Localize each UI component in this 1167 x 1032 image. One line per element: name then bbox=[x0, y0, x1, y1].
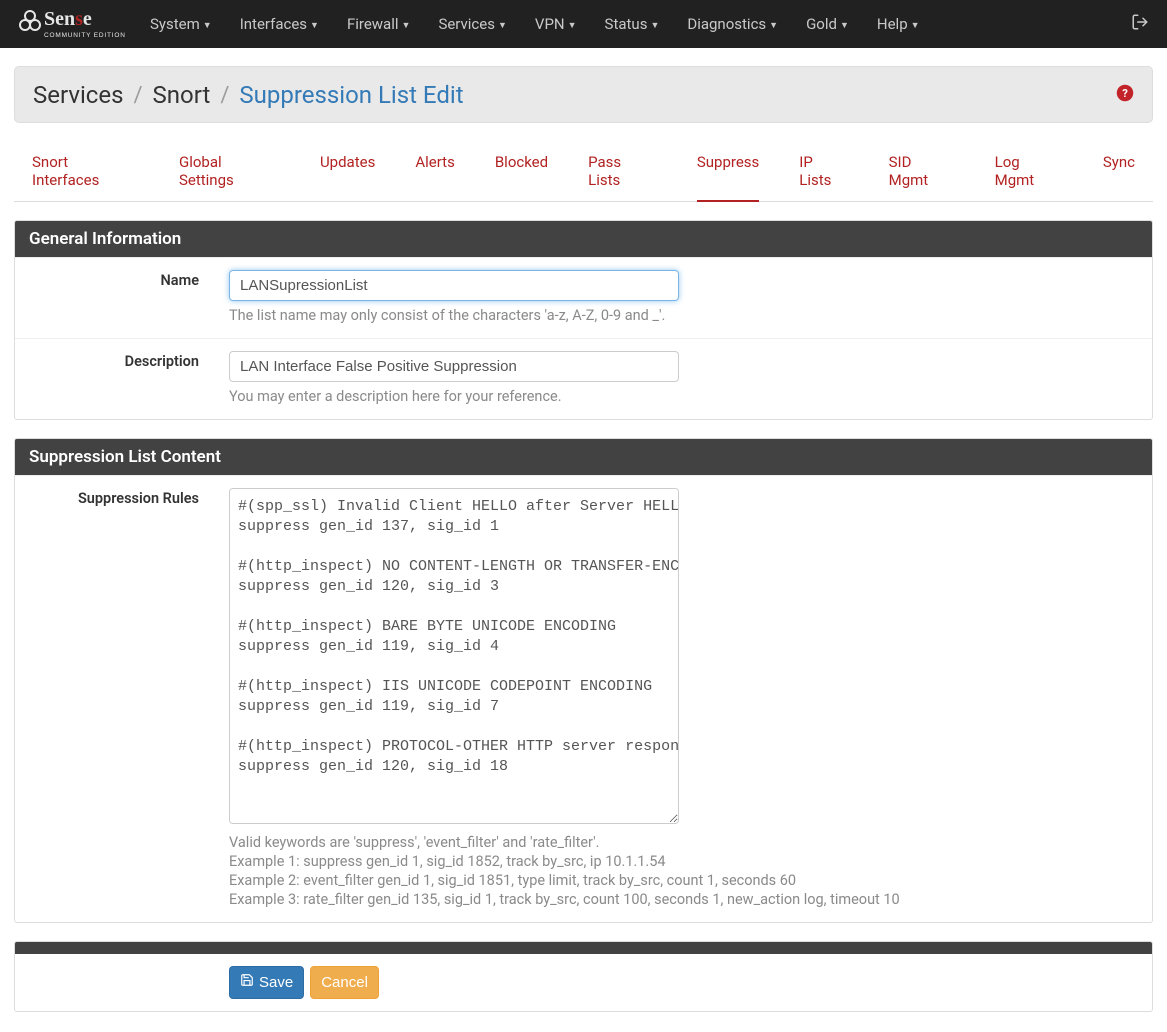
nav-system[interactable]: System▼ bbox=[150, 15, 212, 33]
nav-label: Help bbox=[877, 15, 908, 33]
svg-text:?: ? bbox=[1122, 86, 1128, 99]
panel-heading: Suppression List Content bbox=[15, 439, 1152, 475]
label-description: Description bbox=[15, 339, 215, 419]
caret-down-icon: ▼ bbox=[769, 20, 778, 31]
tab-global-settings[interactable]: Global Settings bbox=[179, 143, 280, 201]
nav-diagnostics[interactable]: Diagnostics▼ bbox=[687, 15, 778, 33]
save-label: Save bbox=[259, 974, 293, 992]
caret-down-icon: ▼ bbox=[568, 20, 577, 31]
tab-pass-lists[interactable]: Pass Lists bbox=[588, 143, 657, 201]
tab-suppress[interactable]: Suppress bbox=[697, 143, 759, 202]
brand-subtitle: COMMUNITY EDITION bbox=[44, 32, 126, 39]
navbar-items: System▼ Interfaces▼ Firewall▼ Services▼ … bbox=[150, 15, 1131, 33]
panel-stripe bbox=[15, 942, 1152, 954]
panel-suppression-content: Suppression List Content Suppression Rul… bbox=[14, 438, 1153, 923]
tab-alerts[interactable]: Alerts bbox=[415, 143, 455, 201]
nav-label: VPN bbox=[535, 15, 565, 33]
panel-heading: General Information bbox=[15, 221, 1152, 257]
top-navbar: Sense COMMUNITY EDITION System▼ Interfac… bbox=[0, 0, 1167, 48]
nav-label: Status bbox=[605, 15, 648, 33]
nav-label: Gold bbox=[806, 15, 837, 33]
nav-label: Interfaces bbox=[240, 15, 307, 33]
rules-help-line-3: Example 3: rate_filter gen_id 135, sig_i… bbox=[229, 891, 1138, 908]
logout-icon[interactable] bbox=[1131, 13, 1149, 35]
description-help-text: You may enter a description here for you… bbox=[229, 388, 1138, 405]
caret-down-icon: ▼ bbox=[310, 20, 319, 31]
cancel-button[interactable]: Cancel bbox=[310, 966, 379, 999]
breadcrumb-services[interactable]: Services bbox=[33, 81, 123, 109]
breadcrumb-current[interactable]: Suppression List Edit bbox=[239, 81, 463, 109]
rules-help-line-1: Example 1: suppress gen_id 1, sig_id 185… bbox=[229, 853, 1138, 870]
panel-actions: Save Cancel bbox=[14, 941, 1153, 1012]
label-rules: Suppression Rules bbox=[15, 476, 215, 922]
cancel-label: Cancel bbox=[321, 974, 368, 992]
label-name: Name bbox=[15, 258, 215, 338]
name-help-text: The list name may only consist of the ch… bbox=[229, 307, 1138, 324]
nav-label: Services bbox=[438, 15, 495, 33]
description-input[interactable] bbox=[229, 351, 679, 382]
caret-down-icon: ▼ bbox=[203, 20, 212, 31]
nav-help[interactable]: Help▼ bbox=[877, 15, 920, 33]
snort-tabs: Snort Interfaces Global Settings Updates… bbox=[14, 123, 1153, 202]
nav-gold[interactable]: Gold▼ bbox=[806, 15, 849, 33]
brand-logo[interactable]: Sense COMMUNITY EDITION bbox=[18, 7, 128, 41]
row-name: Name The list name may only consist of t… bbox=[15, 257, 1152, 338]
nav-label: Diagnostics bbox=[687, 15, 766, 33]
save-button[interactable]: Save bbox=[229, 966, 304, 999]
breadcrumb-snort[interactable]: Snort bbox=[153, 81, 211, 109]
tab-blocked[interactable]: Blocked bbox=[495, 143, 548, 201]
nav-status[interactable]: Status▼ bbox=[605, 15, 660, 33]
tab-ip-lists[interactable]: IP Lists bbox=[799, 143, 848, 201]
caret-down-icon: ▼ bbox=[402, 20, 411, 31]
tab-updates[interactable]: Updates bbox=[320, 143, 375, 201]
nav-label: System bbox=[150, 15, 200, 33]
nav-label: Firewall bbox=[347, 15, 399, 33]
row-description: Description You may enter a description … bbox=[15, 338, 1152, 419]
help-icon[interactable]: ? bbox=[1116, 84, 1134, 107]
caret-down-icon: ▼ bbox=[498, 20, 507, 31]
breadcrumb-separator: / bbox=[133, 83, 142, 108]
svg-text:Sense: Sense bbox=[44, 8, 92, 30]
suppression-rules-textarea[interactable] bbox=[229, 488, 679, 824]
nav-vpn[interactable]: VPN▼ bbox=[535, 15, 577, 33]
nav-interfaces[interactable]: Interfaces▼ bbox=[240, 15, 319, 33]
rules-help-line-0: Valid keywords are 'suppress', 'event_fi… bbox=[229, 834, 1138, 851]
caret-down-icon: ▼ bbox=[650, 20, 659, 31]
nav-services[interactable]: Services▼ bbox=[438, 15, 506, 33]
breadcrumb-separator: / bbox=[220, 83, 229, 108]
save-icon bbox=[240, 973, 254, 992]
caret-down-icon: ▼ bbox=[840, 20, 849, 31]
tab-sid-mgmt[interactable]: SID Mgmt bbox=[889, 143, 955, 201]
tab-snort-interfaces[interactable]: Snort Interfaces bbox=[32, 143, 139, 201]
name-input[interactable] bbox=[229, 270, 679, 301]
row-suppression-rules: Suppression Rules Valid keywords are 'su… bbox=[15, 475, 1152, 922]
tab-sync[interactable]: Sync bbox=[1103, 143, 1135, 201]
panel-general-information: General Information Name The list name m… bbox=[14, 220, 1153, 420]
nav-firewall[interactable]: Firewall▼ bbox=[347, 15, 410, 33]
breadcrumb: Services / Snort / Suppression List Edit… bbox=[14, 66, 1153, 123]
rules-help-line-2: Example 2: event_filter gen_id 1, sig_id… bbox=[229, 872, 1138, 889]
caret-down-icon: ▼ bbox=[911, 20, 920, 31]
tab-log-mgmt[interactable]: Log Mgmt bbox=[995, 143, 1063, 201]
